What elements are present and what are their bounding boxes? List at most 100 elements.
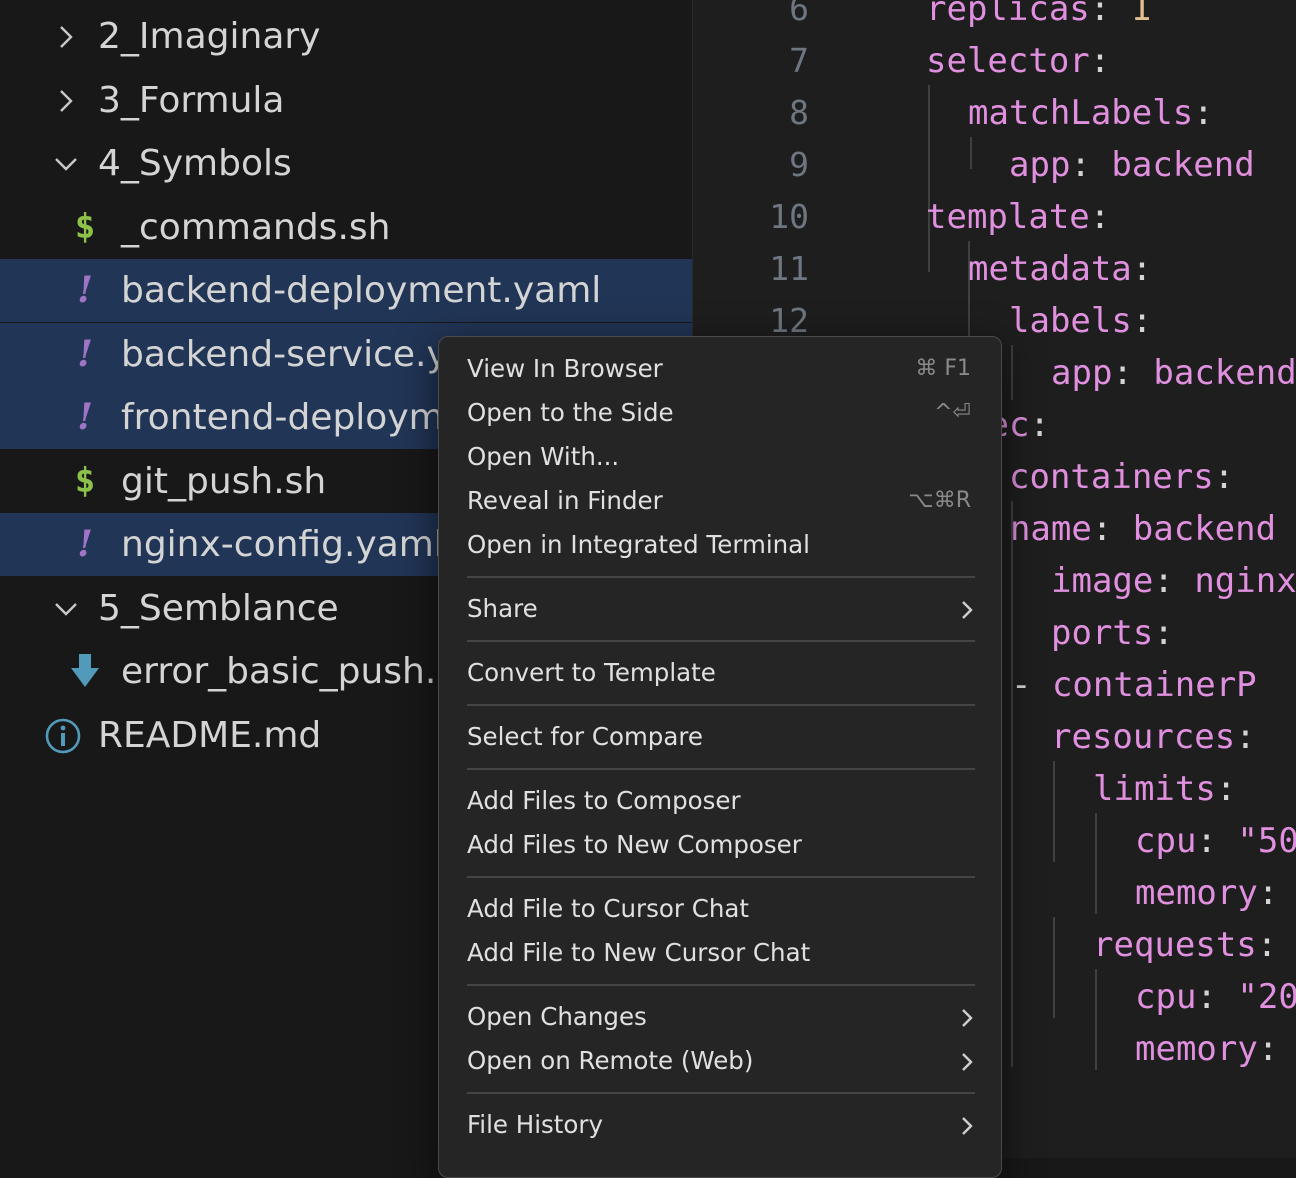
yaml-token: requests (1093, 925, 1257, 965)
menu-item-add-file-to-cursor-chat[interactable]: Add File to Cursor Chat (467, 887, 975, 931)
code-line[interactable]: labels: (1009, 295, 1152, 347)
yaml-token: containers (1009, 457, 1214, 497)
menu-item-label: Open on Remote (Web) (467, 1046, 754, 1075)
menu-item-open-in-integrated-terminal[interactable]: Open in Integrated Terminal (467, 523, 975, 567)
yaml-punct: : (1257, 1029, 1279, 1069)
chevron-right-icon[interactable] (46, 5, 86, 68)
chevron-down-icon[interactable] (46, 132, 86, 195)
menu-item-label: View In Browser (467, 354, 663, 383)
indent-guide (1053, 917, 1055, 1018)
yaml-punct: - (1011, 665, 1052, 705)
menu-item-label: Reveal in Finder (467, 486, 663, 515)
code-line[interactable]: ports: (1051, 607, 1174, 659)
code-line[interactable]: requests: (1093, 919, 1277, 971)
code-line[interactable]: resources: (1051, 711, 1256, 763)
yaml-token: memory (1135, 1029, 1258, 1069)
menu-item-open-changes[interactable]: Open Changes (467, 995, 975, 1039)
tree-item-label: backend-deployment.yaml (121, 270, 602, 311)
code-line[interactable]: replicas: 1 (926, 0, 1151, 35)
menu-item-reveal-in-finder[interactable]: Reveal in Finder ⌥⌘R (467, 479, 975, 523)
menu-item-open-to-the-side[interactable]: Open to the Side ^⏎ (467, 391, 975, 435)
chevron-right-icon[interactable] (46, 69, 86, 132)
file-commands-sh[interactable]: $ _commands.sh (0, 196, 692, 259)
code-line[interactable]: template: (926, 191, 1110, 243)
code-line[interactable]: app: backend (1051, 347, 1296, 399)
shell-script-icon: $ (74, 206, 96, 247)
line-number: 11 (769, 249, 809, 288)
yaml-punct: : (1257, 873, 1279, 913)
indent-guide (970, 137, 972, 169)
tree-item-label: 5_Semblance (98, 587, 339, 629)
menu-item-share[interactable]: Share (467, 587, 975, 631)
tree-item-label: 2_Imaginary (98, 16, 321, 57)
menu-separator (467, 1092, 975, 1094)
code-line[interactable]: cpu: "50 (1135, 815, 1296, 867)
code-line[interactable]: memory: (1135, 1023, 1278, 1075)
menu-item-label: Share (467, 594, 538, 623)
indent-guide (1095, 969, 1097, 1070)
yaml-file-icon: ! (77, 269, 93, 311)
chevron-down-icon[interactable] (46, 577, 86, 640)
folder-3-formula[interactable]: 3_Formula (0, 69, 692, 132)
yaml-punct: : (1196, 977, 1238, 1017)
menu-item-file-history[interactable]: File History (467, 1103, 975, 1147)
line-number: 9 (789, 145, 809, 184)
code-line[interactable]: selector: (926, 35, 1110, 87)
folder-2-imaginary[interactable]: 2_Imaginary (0, 5, 692, 68)
code-line[interactable]: matchLabels: (968, 87, 1214, 139)
code-line[interactable]: memory: (1135, 867, 1278, 919)
code-line[interactable]: limits: (1093, 763, 1236, 815)
tree-item-label: 4_Symbols (98, 143, 292, 184)
menu-item-label: Open in Integrated Terminal (467, 530, 810, 559)
menu-separator (467, 876, 975, 878)
yaml-punct: : (1112, 353, 1154, 393)
yaml-punct: : (1131, 301, 1153, 341)
yaml-punct: : (1196, 821, 1238, 861)
code-line[interactable]: cpu: "20 (1135, 971, 1296, 1023)
shortcut-hint: ^⏎ (934, 400, 971, 425)
menu-item-convert-to-template[interactable]: Convert to Template (467, 651, 975, 695)
menu-item-label: File History (467, 1110, 603, 1139)
tree-item-label: error_basic_push. (121, 651, 437, 692)
yaml-punct: : (1153, 561, 1195, 601)
menu-separator (467, 640, 975, 642)
code-line[interactable]: image: nginx (1051, 555, 1296, 607)
tree-item-label: frontend-deploym (121, 397, 444, 438)
yaml-punct: : (1235, 717, 1256, 757)
tree-item-label: 3_Formula (98, 79, 285, 121)
menu-item-add-file-to-new-cursor-chat[interactable]: Add File to New Cursor Chat (467, 931, 975, 975)
yaml-token: backend (1111, 145, 1255, 185)
code-line[interactable]: containers: (1009, 451, 1234, 503)
menu-item-select-for-compare[interactable]: Select for Compare (467, 715, 975, 759)
yaml-punct: : (1215, 769, 1237, 809)
code-line[interactable]: - name: backend (969, 503, 1276, 555)
menu-separator (467, 576, 975, 578)
yaml-punct: : (1256, 925, 1278, 965)
code-line[interactable]: app: backend (1009, 139, 1255, 191)
tree-item-label: _commands.sh (121, 206, 391, 248)
file-backend-deployment-yaml[interactable]: ! backend-deployment.yaml (0, 259, 692, 322)
line-number: 6 (789, 0, 809, 28)
yaml-token: ports (1051, 613, 1154, 653)
yaml-token: limits (1093, 769, 1216, 809)
yaml-token: selector (926, 41, 1090, 81)
yaml-token: labels (1009, 301, 1132, 341)
submenu-chevron-icon (959, 1103, 975, 1150)
line-number: 8 (789, 93, 809, 132)
indent-guide (1095, 813, 1097, 914)
yaml-punct: : (1213, 457, 1235, 497)
menu-item-open-on-remote-web[interactable]: Open on Remote (Web) (467, 1039, 975, 1083)
tree-item-label: nginx-config.yaml (121, 524, 444, 565)
menu-item-open-with[interactable]: Open With... (467, 435, 975, 479)
yaml-token: metadata (968, 249, 1132, 289)
yaml-token: memory (1135, 873, 1258, 913)
menu-item-add-files-to-composer[interactable]: Add Files to Composer (467, 779, 975, 823)
menu-item-view-in-browser[interactable]: View In Browser ⌘ F1 (467, 347, 975, 391)
folder-4-symbols[interactable]: 4_Symbols (0, 132, 692, 195)
code-line[interactable]: metadata: (968, 243, 1152, 295)
indent-guide (1011, 501, 1013, 1067)
yaml-file-icon: ! (77, 396, 93, 438)
yaml-token: replicas (926, 0, 1090, 29)
menu-item-add-files-to-new-composer[interactable]: Add Files to New Composer (467, 823, 975, 867)
code-line[interactable]: - containerP (1011, 659, 1257, 711)
